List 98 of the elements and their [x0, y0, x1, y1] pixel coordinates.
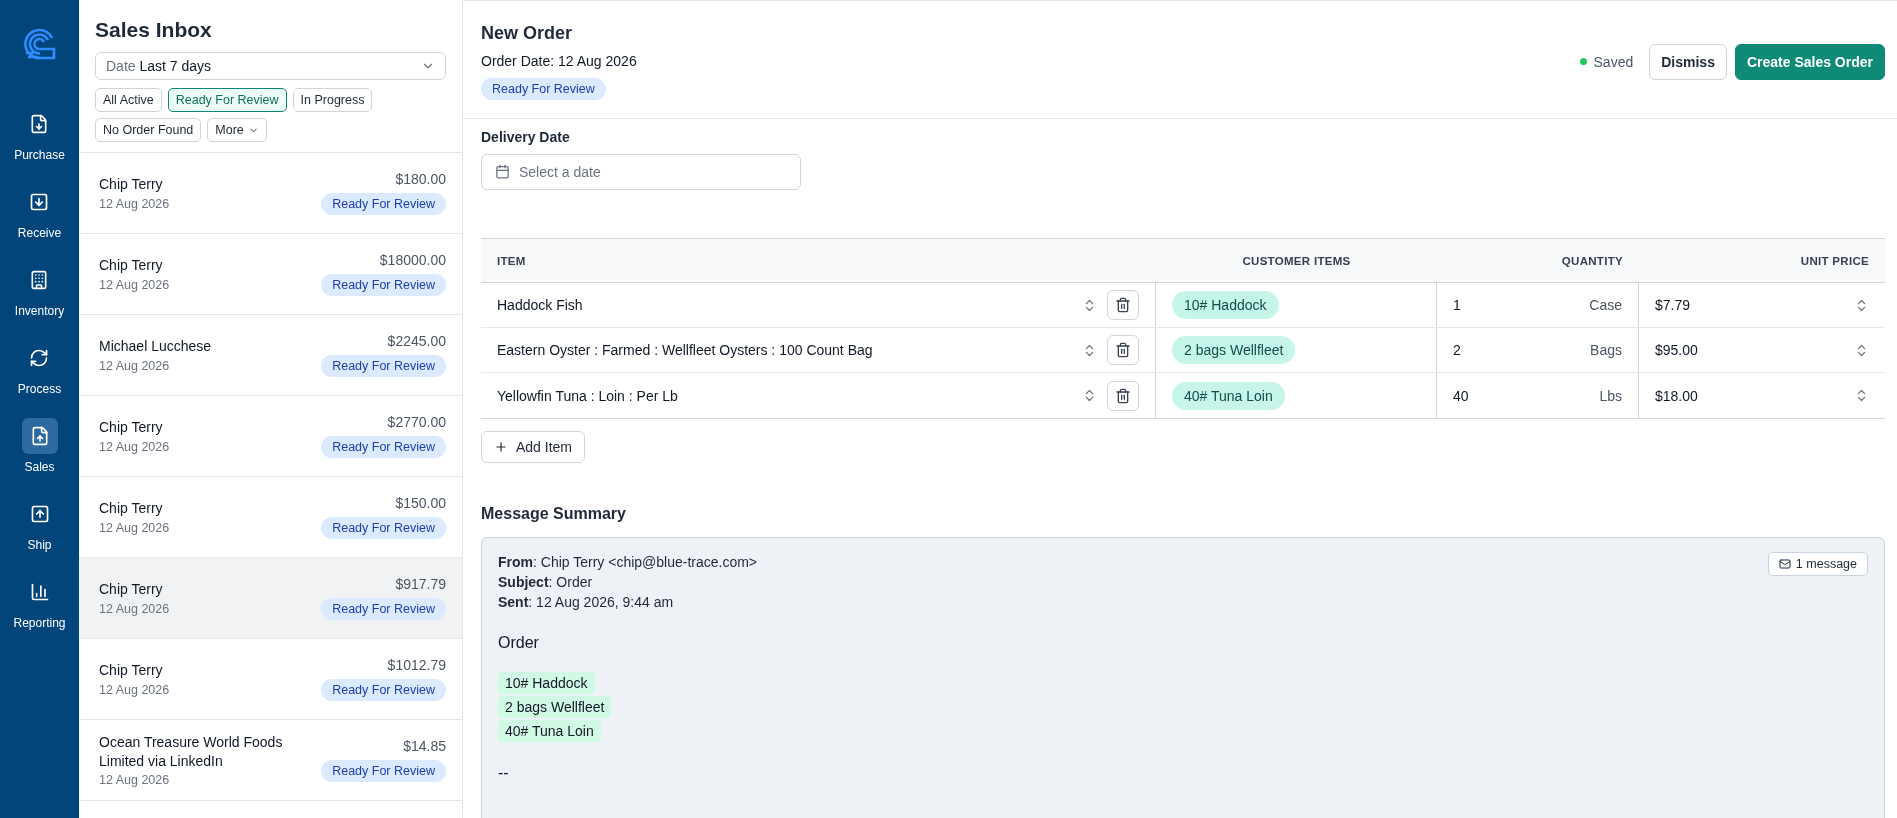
order-date: Order Date: 12 Aug 2026 [481, 53, 637, 69]
customer-name: Chip Terry [99, 580, 164, 599]
row-date: 12 Aug 2026 [99, 682, 170, 697]
row-amount: $917.79 [395, 576, 446, 592]
customer-name: Chip Terry [99, 418, 164, 437]
nav-item[interactable]: Reporting [13, 574, 66, 630]
message-summary-title: Message Summary [481, 505, 627, 523]
plus-icon [494, 440, 508, 454]
outbox-up-icon [29, 504, 50, 524]
delete-button[interactable] [1107, 335, 1139, 365]
customer-name: Chip Terry [99, 661, 164, 680]
add-item-button[interactable]: Add Item [481, 431, 586, 463]
nav-item[interactable]: Process [17, 340, 62, 396]
create-sales-order-button[interactable]: Create Sales Order [1734, 43, 1885, 80]
quantity-value: 1 [1453, 297, 1462, 313]
message-header: From: Chip Terry <chip@blue-trace.com> [498, 553, 758, 572]
date-input-field[interactable]: Select a date [481, 154, 801, 190]
filter-chip[interactable]: All Active [95, 88, 162, 112]
row-amount: $18000.00 [379, 252, 446, 268]
delete-button[interactable] [1107, 380, 1139, 411]
status-badge: Ready For Review [321, 760, 446, 782]
message-count-button[interactable]: 1 message [1767, 552, 1868, 576]
unit-price: $18.00 [1655, 387, 1699, 404]
unit-price: $95.00 [1655, 342, 1699, 358]
file-down-icon [29, 114, 50, 134]
nav-item[interactable]: Receive [17, 184, 62, 240]
status-badge: Ready For Review [321, 193, 446, 215]
delete-button[interactable] [1107, 290, 1139, 320]
refresh-icon [29, 348, 50, 368]
saved-status: Saved [1579, 53, 1634, 70]
signature-separator: -- [498, 764, 510, 782]
more-button[interactable]: More [207, 118, 267, 142]
row-date: 12 Aug 2026 [99, 520, 170, 535]
status-badge: Ready For Review [321, 436, 446, 458]
status-badge: Ready For Review [321, 355, 446, 377]
status-badge: Ready For Review [321, 598, 446, 620]
calendar-icon [495, 164, 510, 179]
customer-item-tag: 2 bags Wellfleet [1172, 336, 1296, 364]
item-name: Eastern Oyster : Farmed : Wellfleet Oysters : 100 Count Bag [497, 342, 874, 358]
building-icon [29, 270, 50, 290]
trash-icon [1115, 387, 1131, 404]
item-name: Haddock Fish [497, 297, 584, 313]
delivery-date-label: Delivery Date [481, 129, 571, 145]
row-amount: $2245.00 [387, 333, 446, 349]
inbox-title: Sales Inbox [95, 18, 213, 42]
customer-name: Chip Terry [99, 256, 164, 275]
row-date: 12 Aug 2026 [99, 773, 171, 788]
inbox-down-icon [29, 192, 50, 212]
customer-item-tag: 10# Haddock [1172, 291, 1279, 319]
column-header: UNIT PRICE [1799, 254, 1870, 267]
date-filter-select[interactable]: Date Last 7 days [95, 52, 446, 80]
row-amount: $1012.79 [387, 657, 446, 673]
unit-label: Case [1589, 297, 1622, 313]
row-date: 12 Aug 2026 [99, 196, 170, 211]
row-date: 12 Aug 2026 [99, 601, 170, 616]
nav-item[interactable]: Purchase [14, 106, 65, 162]
column-header: ITEM [496, 254, 527, 267]
item-name: Yellowfin Tuna : Loin : Per Lb [497, 387, 679, 404]
trash-icon [1115, 342, 1131, 358]
logo-icon [21, 26, 58, 62]
column-header: CUSTOMER ITEMS [1241, 254, 1352, 267]
trash-icon [1115, 297, 1131, 313]
customer-item-tag: 40# Tuna Loin [1172, 381, 1285, 410]
customer-name: Chip Terry [99, 499, 164, 518]
unit-label: Bags [1590, 342, 1622, 358]
row-date: 12 Aug 2026 [99, 358, 171, 373]
nav-item[interactable]: Inventory [14, 262, 65, 318]
row-date: 12 Aug 2026 [99, 277, 170, 292]
dismiss-button[interactable]: Dismiss [1649, 43, 1727, 80]
row-amount: $2770.00 [387, 414, 446, 430]
customer-name: Ocean Treasure World Foods Limited via LinkedIn [99, 732, 284, 771]
row-date: 12 Aug 2026 [99, 439, 170, 454]
row-amount: $180.00 [395, 171, 446, 187]
quantity-value: 2 [1453, 342, 1462, 358]
status-badge: Ready For Review [321, 274, 446, 296]
filter-chip[interactable]: No Order Found [95, 118, 202, 142]
unit-label: Lbs [1599, 387, 1622, 404]
customer-name: Michael Lucchese [99, 337, 212, 356]
message-header: Subject: Order [498, 573, 593, 592]
status-badge: Ready For Review [321, 517, 446, 539]
quantity-value: 40 [1453, 387, 1470, 404]
status-badge: Ready For Review [321, 679, 446, 701]
customer-name: Chip Terry [99, 175, 164, 194]
row-amount: $150.00 [395, 495, 446, 511]
status-dot [1579, 58, 1587, 65]
bar-chart-icon [29, 582, 50, 602]
filter-chip[interactable]: Ready For Review [167, 88, 287, 112]
order-title: New Order [481, 23, 573, 44]
message-body-title: Order [498, 634, 540, 652]
status-badge: Ready For Review [481, 78, 606, 100]
row-amount: $14.85 [403, 738, 446, 754]
message-header: Sent: 12 Aug 2026, 9:44 am [498, 593, 674, 612]
filter-chip[interactable]: In Progress [292, 88, 373, 112]
column-header: QUANTITY [1560, 254, 1624, 267]
inbox-row[interactable]: Chip Terry 12 Aug 2026 $917.79 Ready For Review [79, 558, 462, 639]
mail-icon [1778, 558, 1791, 570]
nav-item[interactable]: Ship [21, 496, 58, 552]
unit-price: $7.79 [1655, 297, 1692, 313]
